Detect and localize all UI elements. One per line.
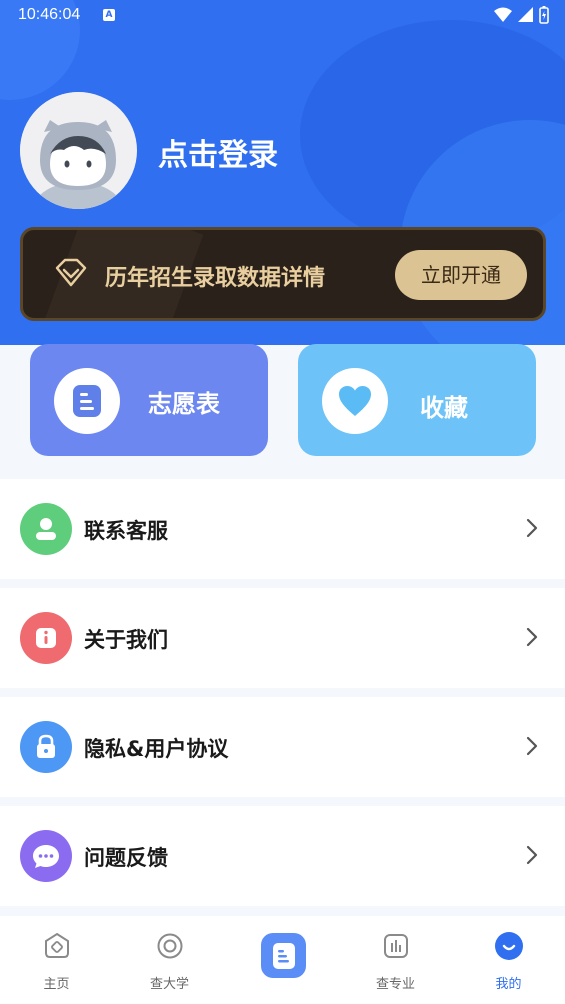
- vip-banner[interactable]: 历年招生录取数据详情 立即开通: [20, 227, 546, 321]
- wish-list-label: 志愿表: [148, 390, 220, 418]
- favorites-card[interactable]: 收藏: [298, 344, 536, 456]
- menu-label: 隐私&用户协议: [84, 737, 229, 761]
- document-icon: [73, 385, 101, 417]
- chevron-right-icon: [526, 518, 538, 538]
- user-icon: [20, 503, 72, 555]
- chevron-right-icon: [526, 845, 538, 865]
- university-icon: [157, 933, 183, 959]
- menu-item-feedback[interactable]: 问题反馈: [0, 806, 565, 906]
- vip-text: 历年招生录取数据详情: [105, 266, 326, 291]
- a-icon: A: [103, 9, 115, 21]
- menu-label: 联系客服: [84, 519, 168, 543]
- login-link[interactable]: 点击登录: [158, 130, 278, 174]
- diamond-icon: [55, 258, 87, 287]
- avatar-icon: [20, 92, 136, 209]
- info-icon: [20, 612, 72, 664]
- signal-icon: [518, 7, 533, 22]
- tab-home[interactable]: 主页: [0, 916, 113, 1004]
- menu-item-privacy-agreement[interactable]: 隐私&用户协议: [0, 697, 565, 797]
- home-icon: [45, 932, 69, 958]
- chevron-right-icon: [526, 736, 538, 756]
- chart-icon: [384, 934, 408, 958]
- document-icon: [272, 942, 295, 969]
- favorites-label: 收藏: [420, 394, 468, 422]
- avatar[interactable]: [20, 92, 137, 209]
- profile-icon: [495, 932, 523, 960]
- menu-item-about-us[interactable]: 关于我们: [0, 588, 565, 688]
- menu-label: 问题反馈: [84, 846, 168, 870]
- tab-label: 查专业: [375, 977, 415, 992]
- heart-icon: [339, 386, 371, 416]
- status-bar: 10:46:04 A: [0, 0, 565, 32]
- tab-wish-list-center-button[interactable]: [261, 933, 306, 978]
- battery-icon: [539, 6, 549, 24]
- wish-list-card[interactable]: 志愿表: [30, 344, 268, 456]
- tab-majors[interactable]: 查专业: [339, 916, 452, 1004]
- tab-label: 查大学: [149, 977, 189, 992]
- wifi-icon: [494, 7, 512, 22]
- tab-label: 我的: [495, 977, 522, 992]
- document-icon-wrap: [54, 368, 120, 434]
- chevron-right-icon: [526, 627, 538, 647]
- menu-item-contact-support[interactable]: 联系客服: [0, 479, 565, 579]
- status-time: 10:46:04: [18, 6, 81, 23]
- activate-button[interactable]: 立即开通: [395, 250, 527, 300]
- heart-icon-wrap: [322, 368, 388, 434]
- lock-icon: [20, 721, 72, 773]
- chat-icon: [20, 830, 72, 882]
- tab-label: 主页: [43, 977, 70, 992]
- tab-mine[interactable]: 我的: [452, 916, 565, 1004]
- tab-universities[interactable]: 查大学: [113, 916, 226, 1004]
- menu-label: 关于我们: [84, 628, 168, 652]
- status-icons: [494, 6, 549, 24]
